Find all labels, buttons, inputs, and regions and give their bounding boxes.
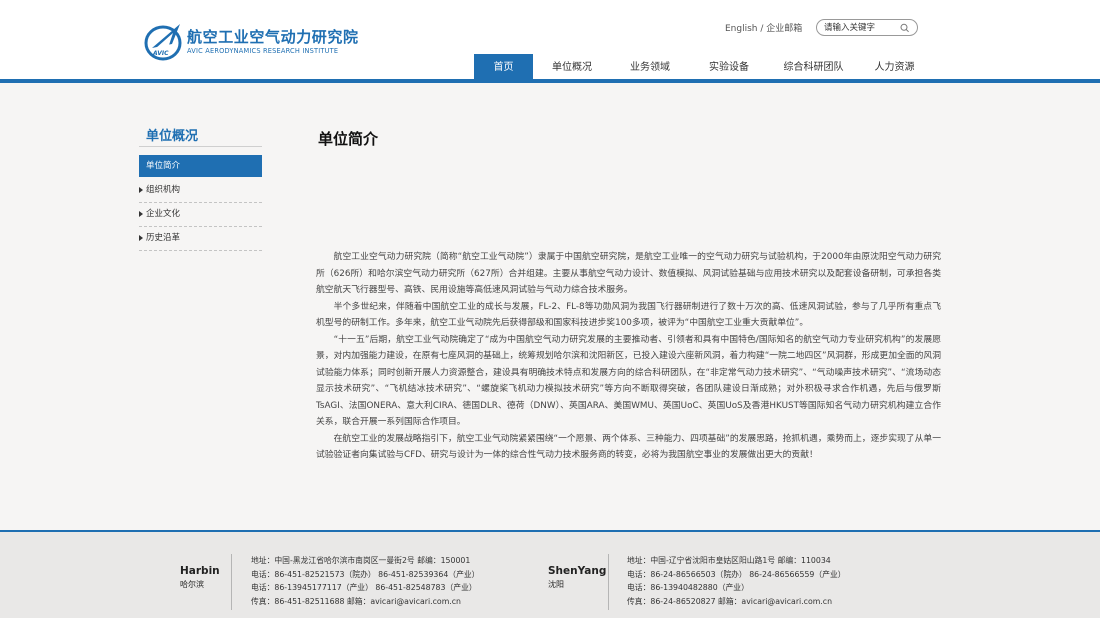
sidebar-divider: [139, 146, 262, 147]
article-body: 航空工业空气动力研究院（简称“航空工业气动院”）隶属于中国航空研究院，是航空工业…: [316, 249, 941, 464]
site-header: AVIC 航空工业空气动力研究院 AVIC AERODYNAMICS RESEA…: [0, 0, 1100, 82]
sidebar-item-history[interactable]: 历史沿革: [139, 227, 262, 251]
harbin-phone-2: 电话：86-13945177117（产业） 86-451-82548783（产业…: [251, 583, 477, 593]
harbin-fax-email: 传真：86-451-82511688 邮箱：avicari@avicari.co…: [251, 597, 461, 607]
logo-title: 航空工业空气动力研究院: [187, 28, 359, 46]
caret-right-icon: [139, 235, 143, 241]
nav-item-equipment[interactable]: 实验设备: [689, 54, 769, 82]
shenyang-contact: 地址：中国-辽宁省沈阳市皇姑区阳山路1号 邮编：110034 电话：86-24-…: [627, 554, 846, 609]
sidebar-title: 单位概况: [146, 129, 199, 144]
corporate-email-link[interactable]: 企业邮箱: [766, 24, 802, 34]
article-paragraph: 航空工业空气动力研究院（简称“航空工业气动院”）隶属于中国航空研究院，是航空工业…: [316, 252, 941, 295]
search-icon[interactable]: [899, 23, 911, 33]
sidebar-item-label: 企业文化: [146, 209, 181, 219]
search-input[interactable]: [824, 21, 902, 34]
harbin-phone: 电话：86-451-82521573（院办） 86-451-82539364（产…: [251, 569, 480, 579]
sidebar-item-profile[interactable]: 单位简介: [139, 155, 262, 177]
sidebar-item-label: 单位简介: [146, 161, 181, 171]
nav-item-business[interactable]: 业务领域: [611, 54, 689, 82]
page-title: 单位简介: [318, 130, 379, 148]
shenyang-phone-2: 电话：86-13940482880（产业）: [627, 583, 749, 593]
harbin-contact: 地址：中国-黑龙江省哈尔滨市南岗区一曼街2号 邮编：150001 电话：86-4…: [251, 554, 479, 609]
footer-separator: [608, 554, 609, 610]
nav-item-research-teams[interactable]: 综合科研团队: [769, 54, 858, 82]
caret-right-icon: [139, 211, 143, 217]
avic-logo-mark-text: AVIC: [152, 50, 169, 57]
article-paragraph: 在航空工业的发展战略指引下，航空工业气动院紧紧围绕“一个愿景、两个体系、三种能力…: [316, 433, 941, 461]
article-paragraph: “十一五”后期，航空工业气动院确定了“成为中国航空气动力研究发展的主要推动者、引…: [316, 334, 941, 428]
logo-subtitle: AVIC AERODYNAMICS RESEARCH INSTITUTE: [187, 47, 339, 55]
footer-separator: [231, 554, 232, 610]
harbin-city-name: Harbin: [180, 565, 220, 577]
site-logo[interactable]: AVIC 航空工业空气动力研究院 AVIC AERODYNAMICS RESEA…: [143, 22, 358, 62]
harbin-city-name-cn: 哈尔滨: [180, 580, 204, 589]
shenyang-address: 地址：中国-辽宁省沈阳市皇姑区阳山路1号 邮编：110034: [627, 556, 831, 565]
sidebar-item-label: 组织机构: [146, 185, 181, 195]
top-links: English / 企业邮箱: [725, 21, 802, 34]
sidebar-item-organization[interactable]: 组织机构: [139, 179, 262, 203]
english-link[interactable]: English: [725, 24, 758, 34]
article-paragraph: 半个多世纪来，伴随着中国航空工业的成长与发展，FL-2、FL-8等功勋风洞为我国…: [316, 301, 941, 329]
main-nav: 首页 单位概况 业务领域 实验设备 综合科研团队 人力资源: [474, 54, 931, 82]
sidebar-item-label: 历史沿革: [146, 233, 181, 243]
header-divider: [0, 79, 1100, 83]
harbin-address: 地址：中国-黑龙江省哈尔滨市南岗区一曼街2号 邮编：150001: [251, 556, 471, 565]
caret-right-icon: [139, 187, 143, 193]
nav-item-hr[interactable]: 人力资源: [858, 54, 931, 82]
search-box: [816, 19, 918, 36]
top-links-separator: /: [757, 24, 767, 34]
nav-item-home[interactable]: 首页: [474, 54, 533, 82]
shenyang-city-name-cn: 沈阳: [548, 580, 564, 589]
shenyang-fax-email: 传真：86-24-86520827 邮箱：avicari@avicari.com…: [627, 597, 833, 607]
nav-item-overview[interactable]: 单位概况: [533, 54, 611, 82]
sidebar-menu: 单位简介 组织机构 企业文化 历史沿革: [139, 155, 262, 251]
sidebar-item-culture[interactable]: 企业文化: [139, 203, 262, 227]
shenyang-phone: 电话：86-24-86566503（院办） 86-24-86566559（产业）: [627, 569, 846, 579]
site-footer: Harbin 哈尔滨 地址：中国-黑龙江省哈尔滨市南岗区一曼街2号 邮编：150…: [0, 532, 1100, 618]
avic-swept-wing-logo-icon: AVIC: [144, 24, 182, 61]
shenyang-city-name: ShenYang: [548, 565, 607, 577]
